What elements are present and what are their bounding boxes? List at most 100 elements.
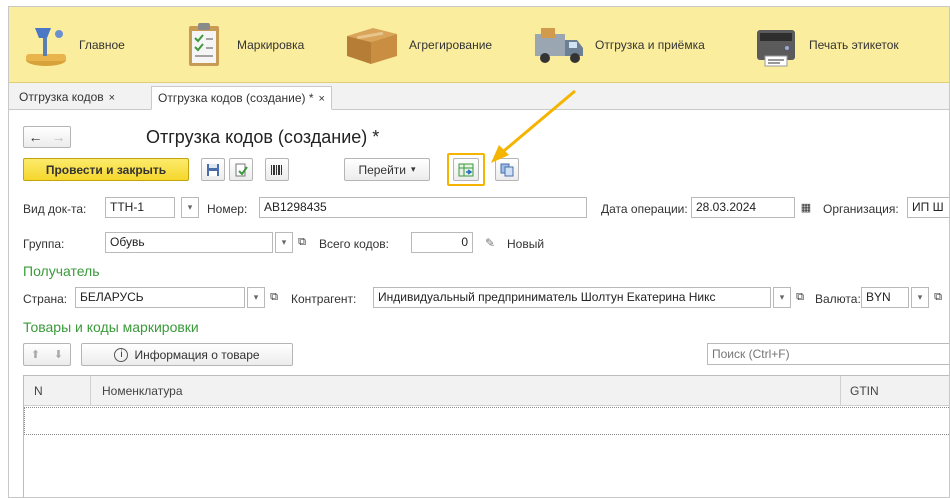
label-printer-icon: [751, 20, 801, 70]
table-header: N Номенклатура GTIN: [24, 376, 949, 406]
floppy-disk-icon: [207, 163, 219, 176]
post-document-icon: [235, 163, 248, 176]
table-row[interactable]: [24, 407, 949, 435]
move-up-icon[interactable]: ⬆: [31, 348, 40, 361]
copy-button[interactable]: [495, 158, 519, 181]
goods-heading: Товары и коды маркировки: [23, 319, 199, 335]
table-load-icon: [458, 163, 474, 176]
calendar-icon: ▦: [800, 202, 812, 214]
chevron-down-icon: ▾: [411, 164, 416, 174]
barcode-button[interactable]: [265, 158, 289, 181]
move-down-icon[interactable]: ⬇: [54, 348, 63, 361]
cardboard-box-icon: [343, 20, 401, 70]
currency-label: Валюта:: [815, 292, 861, 306]
section-main-label: Главное: [79, 38, 125, 52]
move-row-buttons: ⬆ ⬇: [23, 343, 71, 366]
counterparty-open-button[interactable]: ⧉: [791, 287, 809, 308]
country-label: Страна:: [23, 292, 68, 306]
fill-from-file-button[interactable]: [453, 158, 479, 181]
country-open-button[interactable]: ⧉: [265, 287, 283, 308]
post-and-close-button[interactable]: Провести и закрыть: [23, 158, 189, 181]
product-info-button[interactable]: i Информация о товаре: [81, 343, 293, 366]
section-shipment[interactable]: Отгрузка и приёмка: [529, 7, 705, 83]
desk-lamp-icon: [21, 20, 71, 70]
org-field[interactable]: ИП Ш: [907, 197, 949, 218]
tab-codes-shipment-create[interactable]: Отгрузка кодов (создание) * ×: [151, 86, 332, 110]
open-windows-tabs: Отгрузка кодов × Отгрузка кодов (создание…: [9, 83, 949, 110]
tab-close-icon[interactable]: ×: [109, 92, 115, 104]
product-info-label: Информация о товаре: [134, 347, 260, 362]
counterparty-field[interactable]: Индивидуальный предприниматель Шолтун Ек…: [373, 287, 771, 308]
save-button[interactable]: [201, 158, 225, 181]
pencil-icon: ✎: [484, 235, 496, 250]
number-label: Номер:: [207, 202, 248, 216]
total-codes-label: Всего кодов:: [319, 237, 389, 251]
edit-button[interactable]: ✎: [481, 232, 499, 253]
barcode-icon: [271, 164, 282, 175]
goods-table: N Номенклатура GTIN: [23, 375, 949, 497]
goto-button[interactable]: Перейти ▾: [344, 158, 430, 181]
section-marking-label: Маркировка: [237, 38, 305, 52]
date-label: Дата операции:: [601, 202, 688, 216]
column-nomenclature[interactable]: Номенклатура: [102, 384, 183, 398]
calendar-button[interactable]: ▦: [797, 197, 815, 218]
search-input[interactable]: [707, 343, 949, 365]
chevron-down-icon: ▾: [917, 292, 923, 302]
open-link-icon: ⧉: [298, 236, 306, 248]
doc-type-field[interactable]: ТТН-1: [105, 197, 175, 218]
tab-codes-shipment-label: Отгрузка кодов: [19, 90, 104, 104]
country-dropdown[interactable]: ▾: [247, 287, 265, 308]
total-codes-field: 0: [411, 232, 473, 253]
application-window: Главное Маркировка Агрегирование Отгрузк…: [8, 6, 950, 498]
section-aggregation[interactable]: Агрегирование: [343, 7, 492, 83]
column-divider: [90, 376, 91, 406]
open-link-icon: ⧉: [796, 291, 804, 303]
group-field[interactable]: Обувь: [105, 232, 273, 253]
clipboard-checklist-icon: [179, 20, 229, 70]
group-dropdown[interactable]: ▾: [275, 232, 293, 253]
open-link-icon: ⧉: [270, 291, 278, 303]
chevron-down-icon: ▾: [281, 237, 287, 247]
currency-open-button[interactable]: ⧉: [929, 287, 947, 308]
country-field[interactable]: БЕЛАРУСЬ: [75, 287, 245, 308]
section-shipment-label: Отгрузка и приёмка: [595, 38, 705, 52]
counterparty-dropdown[interactable]: ▾: [773, 287, 791, 308]
info-icon: i: [114, 347, 129, 362]
copy-icon: [500, 163, 514, 176]
tab-codes-shipment[interactable]: Отгрузка кодов ×: [13, 86, 121, 110]
section-panel: Главное Маркировка Агрегирование Отгрузк…: [9, 7, 949, 83]
section-marking[interactable]: Маркировка: [179, 7, 304, 83]
chevron-down-icon: ▾: [253, 292, 259, 302]
delivery-truck-icon: [529, 20, 587, 70]
back-arrow-icon[interactable]: ←: [29, 129, 43, 145]
tab-close-icon[interactable]: ×: [319, 93, 325, 105]
doc-type-label: Вид док-та:: [23, 202, 87, 216]
group-open-button[interactable]: ⧉: [293, 232, 311, 253]
form-title: Отгрузка кодов (создание) *: [146, 127, 380, 147]
post-document-button[interactable]: [229, 158, 253, 181]
section-label-printing[interactable]: Печать этикеток: [751, 7, 899, 83]
tab-codes-shipment-create-label: Отгрузка кодов (создание) *: [158, 91, 314, 105]
currency-dropdown[interactable]: ▾: [911, 287, 929, 308]
doc-type-dropdown[interactable]: ▾: [181, 197, 199, 218]
section-main[interactable]: Главное: [21, 7, 125, 83]
org-label: Организация:: [823, 202, 899, 216]
group-label: Группа:: [23, 237, 65, 251]
currency-field[interactable]: BYN: [861, 287, 909, 308]
counterparty-label: Контрагент:: [291, 292, 357, 306]
section-label-printing-label: Печать этикеток: [809, 38, 899, 52]
column-divider: [840, 376, 841, 406]
column-n[interactable]: N: [34, 384, 43, 398]
chevron-down-icon: ▾: [779, 292, 785, 302]
open-link-icon: ⧉: [934, 291, 942, 303]
goto-button-label: Перейти: [358, 162, 407, 177]
forward-arrow-icon[interactable]: →: [52, 129, 66, 145]
nav-back-forward: ← →: [23, 126, 71, 148]
column-gtin[interactable]: GTIN: [850, 384, 879, 398]
section-aggregation-label: Агрегирование: [409, 38, 493, 52]
recipient-heading: Получатель: [23, 263, 100, 279]
number-field[interactable]: АВ1298435: [259, 197, 587, 218]
status-text: Новый: [507, 237, 545, 251]
date-field[interactable]: 28.03.2024: [691, 197, 795, 218]
chevron-down-icon: ▾: [187, 202, 193, 212]
